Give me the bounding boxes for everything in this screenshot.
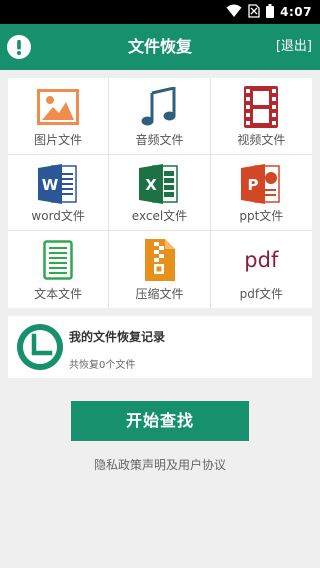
- file-type-label: word文件: [31, 209, 85, 224]
- battery-icon: [266, 3, 275, 22]
- file-type-word[interactable]: W word文件: [8, 154, 110, 232]
- history-count: 共恢复0个文件: [69, 360, 136, 371]
- privacy-policy-link[interactable]: 隐私政策声明及用户协议: [0, 456, 320, 473]
- excel-icon: X: [136, 162, 182, 206]
- no-sim-icon: [248, 3, 260, 22]
- status-bar: 4:07: [0, 0, 320, 24]
- ppt-icon-letter: P: [248, 176, 259, 194]
- word-icon: W: [35, 162, 81, 206]
- excel-icon-letter: X: [146, 176, 158, 194]
- file-type-label: pdf文件: [239, 286, 284, 301]
- file-type-label: 音频文件: [135, 132, 184, 147]
- image-icon: [35, 85, 81, 129]
- file-type-label: 图片文件: [34, 132, 83, 147]
- ppt-icon: P: [238, 162, 284, 206]
- file-type-label: 视频文件: [237, 132, 286, 147]
- text-file-icon: [35, 238, 81, 282]
- file-type-ppt[interactable]: P ppt文件: [210, 155, 312, 232]
- file-type-grid: 图片文件 音频文件 视频文件 W word文件 X excel文件 P ppt文…: [8, 78, 312, 308]
- status-icons: 4:07: [226, 0, 312, 24]
- history-title: 我的文件恢复记录: [69, 330, 166, 344]
- clock-icon: [17, 324, 63, 370]
- film-icon: [238, 85, 284, 129]
- file-type-excel[interactable]: X excel文件: [109, 154, 211, 232]
- file-type-text[interactable]: 文本文件: [8, 231, 110, 308]
- pdf-icon-text: pdf: [244, 248, 279, 273]
- zip-icon: [136, 238, 182, 282]
- file-type-image[interactable]: 图片文件: [8, 78, 110, 155]
- app-bar: 文件恢复 [退出]: [0, 24, 320, 70]
- file-type-label: 文本文件: [34, 286, 83, 301]
- file-type-pdf[interactable]: pdf pdf文件: [211, 231, 312, 308]
- recovery-history-card[interactable]: 我的文件恢复记录 共恢复0个文件: [8, 316, 312, 378]
- file-type-label: 压缩文件: [135, 286, 184, 301]
- wifi-icon: [226, 3, 242, 22]
- status-time: 4:07: [280, 5, 312, 19]
- word-icon-letter: W: [42, 176, 59, 194]
- pdf-icon: pdf: [238, 238, 284, 282]
- file-type-audio[interactable]: 音频文件: [109, 78, 211, 155]
- file-type-label: excel文件: [131, 209, 188, 224]
- file-type-zip[interactable]: 压缩文件: [109, 231, 211, 308]
- file-type-video[interactable]: 视频文件: [210, 78, 312, 155]
- app-title: 文件恢复: [127, 37, 192, 56]
- file-type-label: ppt文件: [239, 209, 284, 224]
- exit-button[interactable]: [退出]: [276, 24, 312, 70]
- music-icon: [136, 85, 182, 129]
- start-search-button[interactable]: 开始查找: [71, 401, 249, 441]
